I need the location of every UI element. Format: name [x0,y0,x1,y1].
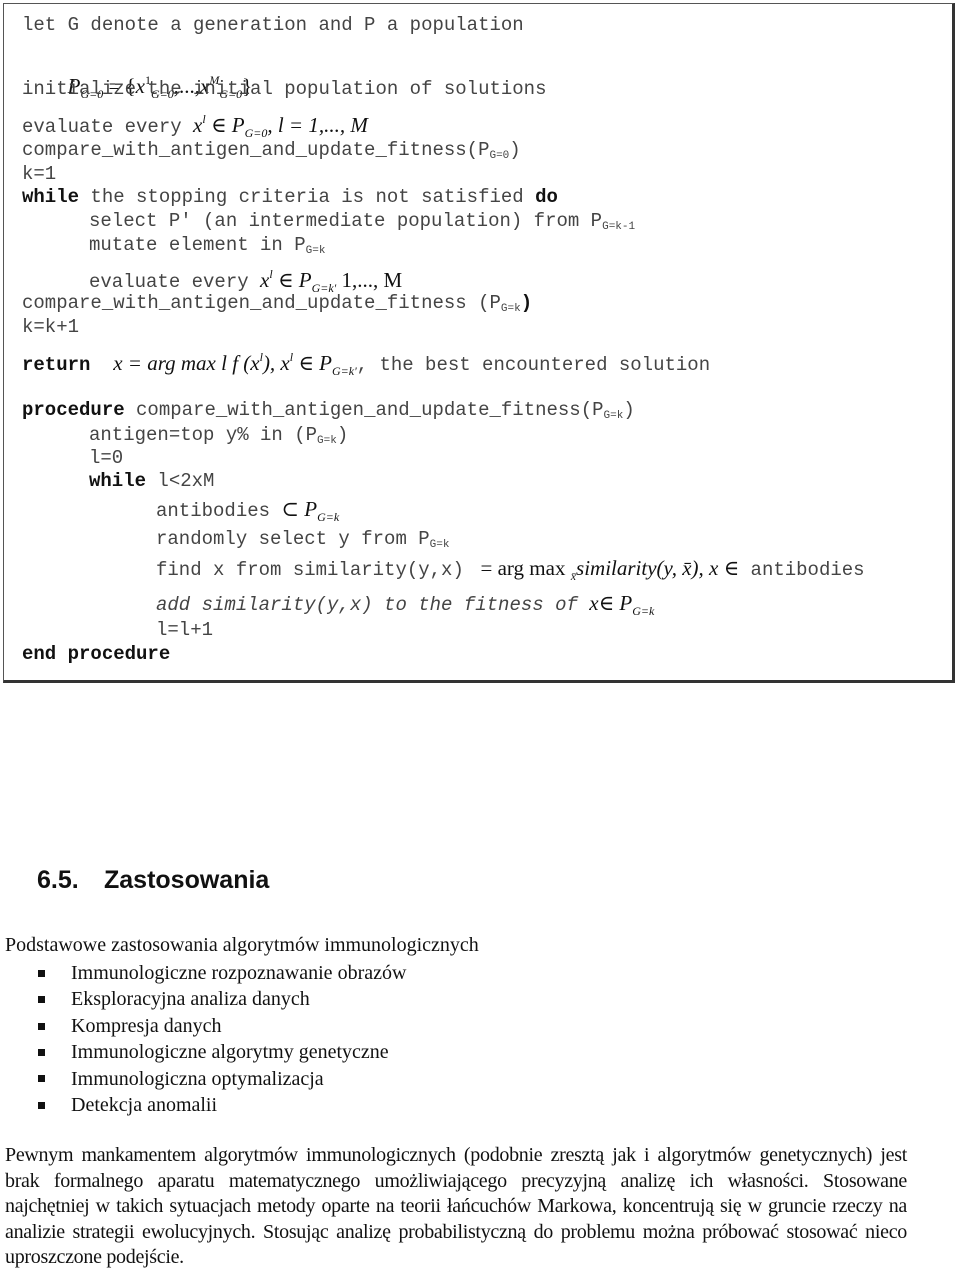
bullet-square-icon [38,1022,45,1030]
algo-line-1: let G denote a generation and P a popula… [22,14,524,36]
algo-line-6: k=1 [22,163,57,185]
bullet-square-icon [38,1101,45,1109]
bullet-square-icon [38,969,45,977]
algo-line-11: compare_with_antigen_and_update_fitness … [22,292,533,315]
list-item: Eksploracyjna analiza danych [38,986,406,1012]
proc-end: end procedure [22,643,171,665]
applications-list: Immunologiczne rozpoznawanie obrazów Eks… [38,960,406,1118]
section-heading: 6.5. Zastosowania [37,866,269,895]
list-item: Immunologiczna optymalizacja [38,1066,406,1092]
section-number: 6.5. [37,866,79,894]
bullet-square-icon [38,1048,45,1056]
list-item: Immunologiczne rozpoznawanie obrazów [38,960,406,986]
pseudocode-box: let G denote a generation and P a popula… [3,3,955,683]
algo-line-5: compare_with_antigen_and_update_fitness(… [22,139,521,162]
algo-line-13-return: return x = arg max l f (xl), xl ∈ PG=k',… [22,350,711,378]
proc-line-2: antigen=top y% in (PG=k) [89,424,349,447]
list-item: Kompresja danych [38,1013,406,1039]
section-title: Zastosowania [104,866,270,894]
proc-line-4: while l<2xM [89,470,215,492]
algo-line-7: while the stopping criteria is not satis… [22,186,558,208]
proc-line-5: antibodies ⊂ PG=k [156,497,340,524]
bullet-square-icon [38,996,45,1004]
applications-intro: Podstawowe zastosowania algorytmów immun… [5,934,479,956]
proc-line-6: randomly select y from PG=k [156,528,450,551]
proc-line-3: l=0 [89,447,124,469]
list-item: Immunologiczne algorytmy genetyczne [38,1039,406,1065]
proc-line-8: add similarity(y,x) to the fitness of x∈… [156,591,655,618]
body-paragraph: Pewnym mankamentem algorytmów immunologi… [5,1144,907,1269]
list-item: Detekcja anomalii [38,1092,406,1118]
algo-line-3: initialize the initial population of sol… [22,78,547,100]
algo-line-12: k=k+1 [22,316,80,338]
bullet-square-icon [38,1075,45,1083]
algo-line-9: mutate element in PG=k [89,234,326,257]
proc-line-7: find x from similarity(y,x) = arg max x̄… [156,556,865,583]
proc-line-9: l=l+1 [156,619,214,641]
